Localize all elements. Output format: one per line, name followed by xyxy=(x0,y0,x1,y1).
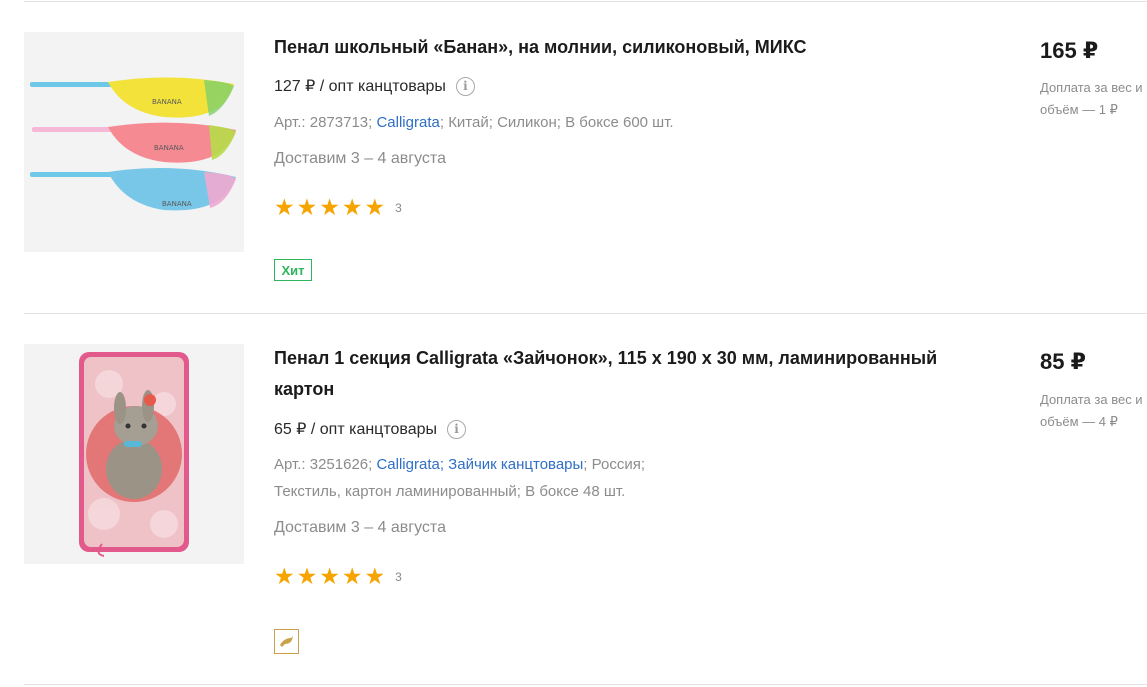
series-link[interactable]: Зайчик канцтовары xyxy=(448,456,583,473)
delivery-date: Доставим 3 – 4 августа xyxy=(274,150,446,167)
hit-badge: Хит xyxy=(274,259,312,281)
wholesale-price-label: 65 ₽ / опт канцтовары xyxy=(274,421,438,438)
rating-stars[interactable]: ★ ★ ★ ★ ★ 3 xyxy=(274,565,402,588)
star-icon: ★ xyxy=(296,194,318,220)
product-title[interactable]: Пенал 1 секция Calligrata «Зайчонок», 11… xyxy=(274,343,964,405)
country: Китай; xyxy=(448,114,493,131)
material: Силикон; xyxy=(497,114,561,131)
bunny-pencil-case-image xyxy=(24,344,244,564)
banana-pencil-case-image: BANANA BANANA BANANA xyxy=(24,32,244,252)
star-icon: ★ xyxy=(364,194,386,220)
surcharge-note: Доплата за вес и объём — 1 ₽ xyxy=(1040,80,1143,117)
product-meta: Арт.: 2873713; Calligrata; Китай; Силико… xyxy=(274,114,674,131)
star-icon: ★ xyxy=(319,563,340,589)
product-title[interactable]: Пенал школьный «Банан», на молнии, силик… xyxy=(274,32,964,63)
dolphin-badge[interactable] xyxy=(274,629,299,654)
product-image[interactable]: BANANA BANANA BANANA xyxy=(24,32,244,252)
product-price: 165 ₽ xyxy=(1040,38,1099,63)
svg-text:BANANA: BANANA xyxy=(154,144,184,152)
wholesale-price: 65 ₽ / опт канцтовары i xyxy=(274,419,467,439)
article-number: Арт.: 3251626; xyxy=(274,456,373,473)
product-image[interactable] xyxy=(24,344,244,564)
info-icon[interactable]: i xyxy=(455,76,475,96)
material: Текстиль, картон ламинированный; xyxy=(274,483,521,500)
star-icon: ★ xyxy=(296,563,318,589)
svg-text:BANANA: BANANA xyxy=(152,98,182,106)
rating-count: 3 xyxy=(395,569,402,584)
bottom-divider xyxy=(24,684,1147,685)
product-meta: Арт.: 3251626; Calligrata; Зайчик канцто… xyxy=(274,456,645,500)
box-quantity: В боксе 600 шт. xyxy=(565,114,674,131)
wholesale-price-label: 127 ₽ / опт канцтовары xyxy=(274,78,446,95)
star-icon: ★ xyxy=(319,194,340,220)
country: Россия; xyxy=(591,456,645,473)
top-divider xyxy=(24,1,1147,2)
star-icon: ★ xyxy=(341,563,363,589)
article-number: Арт.: 2873713; xyxy=(274,114,373,131)
product-price: 85 ₽ xyxy=(1040,349,1086,374)
card-divider xyxy=(24,313,1147,314)
svg-text:BANANA: BANANA xyxy=(162,200,192,208)
star-icon: ★ xyxy=(274,563,295,589)
star-icon: ★ xyxy=(364,563,386,589)
delivery-date: Доставим 3 – 4 августа xyxy=(274,519,446,536)
box-quantity: В боксе 48 шт. xyxy=(525,483,626,500)
rating-count: 3 xyxy=(395,200,402,215)
info-icon[interactable]: i xyxy=(447,419,467,439)
brand-link[interactable]: Calligrata xyxy=(376,114,439,131)
star-icon: ★ xyxy=(274,194,295,220)
rating-stars[interactable]: ★ ★ ★ ★ ★ 3 xyxy=(274,196,402,219)
surcharge-note: Доплата за вес и объём — 4 ₽ xyxy=(1040,392,1143,429)
wholesale-price: 127 ₽ / опт канцтовары i xyxy=(274,76,475,96)
dolphin-icon xyxy=(280,636,293,647)
star-icon: ★ xyxy=(341,194,363,220)
brand-link[interactable]: Calligrata; xyxy=(376,456,444,473)
